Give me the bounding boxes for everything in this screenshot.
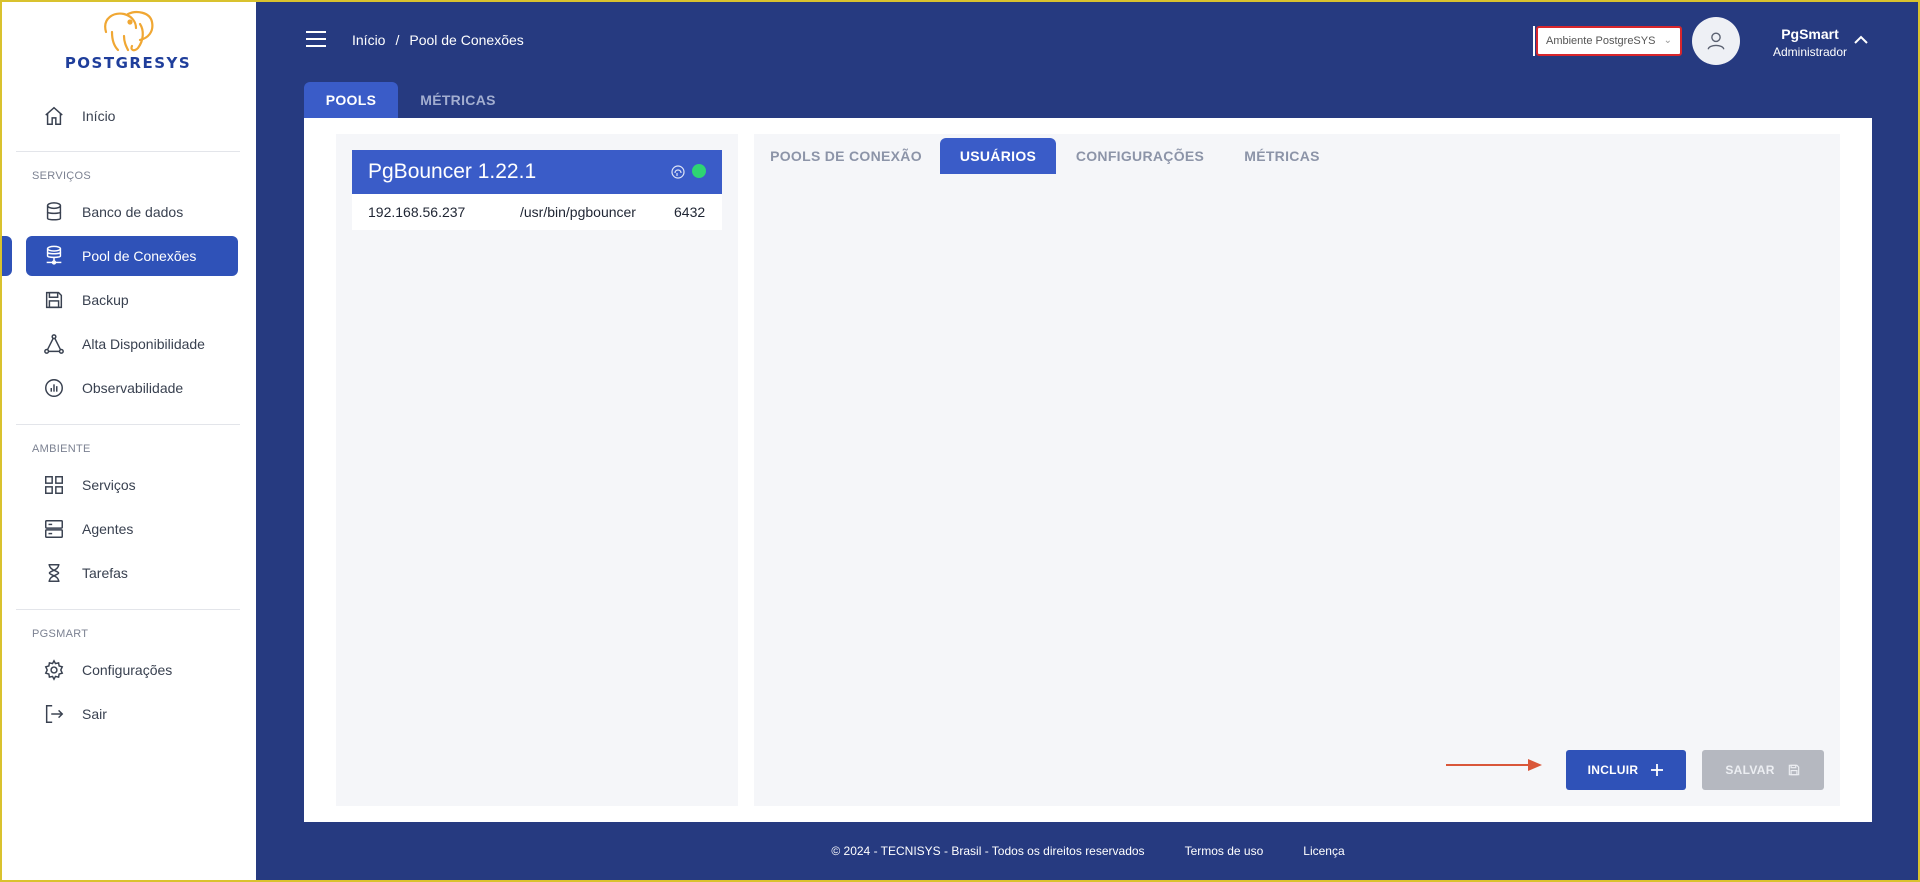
sidebar-item-backup[interactable]: Backup [26, 280, 238, 320]
active-indicator [0, 236, 12, 276]
subtab-connection-pools[interactable]: POOLS DE CONEXÃO [770, 138, 922, 174]
pool-path: /usr/bin/pgbouncer [520, 204, 636, 220]
pool-list-panel [336, 134, 738, 806]
database-icon [42, 200, 66, 224]
sidebar-item-agents[interactable]: Agentes [26, 509, 238, 549]
network-triangle-icon [42, 332, 66, 356]
pool-card-details[interactable]: 192.168.56.237 /usr/bin/pgbouncer 6432 [352, 194, 722, 230]
sidebar-item-home[interactable]: Início [26, 96, 238, 136]
sidebar-item-label: Pool de Conexões [82, 248, 197, 264]
breadcrumb-home[interactable]: Início [352, 32, 385, 48]
sidebar-item-tasks[interactable]: Tarefas [26, 553, 238, 593]
sidebar-item-label: Início [82, 108, 116, 124]
sidebar-item-settings[interactable]: Configurações [26, 650, 238, 690]
sidebar-divider [16, 151, 240, 152]
user-name: PgSmart [1781, 26, 1839, 42]
sidebar-section-services: SERVIÇOS [32, 170, 92, 182]
chart-circle-icon [42, 376, 66, 400]
avatar[interactable] [1692, 17, 1740, 65]
pool-port: 6432 [674, 204, 706, 220]
user-role: Administrador [1772, 45, 1848, 59]
save-button-label: SALVAR [1725, 763, 1775, 777]
pool-details-panel [754, 134, 1840, 806]
save-button[interactable]: SALVAR [1702, 750, 1824, 790]
sidebar-item-label: Serviços [82, 477, 136, 493]
footer-license-link[interactable]: Licença [1303, 844, 1344, 858]
sidebar-divider [16, 609, 240, 610]
logout-icon [42, 702, 66, 726]
elephant-small-icon [671, 165, 685, 179]
chevron-down-icon: ⌄ [1663, 35, 1672, 46]
pool-title: PgBouncer 1.22.1 [368, 160, 537, 183]
tab-pools[interactable]: POOLS [304, 82, 398, 118]
sidebar-item-connection-pool[interactable]: Pool de Conexões [26, 236, 238, 276]
sidebar-item-label: Backup [82, 292, 129, 308]
environment-select-value: Ambiente PostgreSYS [1546, 35, 1656, 47]
connection-pool-icon [42, 244, 66, 268]
footer: © 2024 - TECNISYS - Brasil - Todos os di… [256, 844, 1920, 858]
sidebar-item-label: Sair [82, 706, 107, 722]
sidebar-item-database[interactable]: Banco de dados [26, 192, 238, 232]
grid-icon [42, 473, 66, 497]
server-icon [42, 517, 66, 541]
pool-host: 192.168.56.237 [368, 204, 466, 220]
sidebar-item-logout[interactable]: Sair [26, 694, 238, 734]
save-icon [42, 288, 66, 312]
sidebar-item-label: Tarefas [82, 565, 128, 581]
include-button-label: INCLUIR [1587, 763, 1639, 777]
brand-name: POSTGRESYS [64, 54, 192, 72]
sidebar: POSTGRESYS Início SERVIÇOS Banco de dado… [0, 0, 256, 882]
status-online-indicator [692, 164, 706, 178]
sidebar-section-environment: AMBIENTE [32, 443, 91, 455]
plus-icon [1651, 764, 1664, 776]
sidebar-item-high-availability[interactable]: Alta Disponibilidade [26, 324, 238, 364]
sidebar-item-label: Banco de dados [82, 204, 184, 220]
sidebar-section-pgsmart: PGSMART [32, 628, 89, 640]
sidebar-divider [16, 424, 240, 425]
sidebar-item-observability[interactable]: Observabilidade [26, 368, 238, 408]
environment-select-accent [1533, 26, 1535, 56]
arrow-right-annotation-icon [1446, 759, 1542, 771]
sidebar-item-label: Observabilidade [82, 380, 184, 396]
footer-terms-link[interactable]: Termos de uso [1185, 844, 1264, 858]
sidebar-item-label: Agentes [82, 521, 134, 537]
save-icon [1788, 764, 1799, 776]
subtab-settings[interactable]: CONFIGURAÇÕES [1074, 138, 1206, 174]
breadcrumb-current: Pool de Conexões [409, 32, 524, 48]
chevron-up-icon[interactable] [1851, 30, 1871, 50]
elephant-logo-icon [104, 11, 154, 52]
gear-icon [42, 658, 66, 682]
include-button[interactable]: INCLUIR [1566, 750, 1686, 790]
sidebar-item-label: Configurações [82, 662, 173, 678]
footer-copyright: © 2024 - TECNISYS - Brasil - Todos os di… [831, 844, 1145, 858]
hourglass-icon [42, 561, 66, 585]
environment-select[interactable]: Ambiente PostgreSYS ⌄ [1536, 26, 1682, 56]
user-icon [1707, 32, 1725, 50]
breadcrumb-separator: / [395, 32, 400, 48]
breadcrumb: Início / Pool de Conexões [352, 32, 524, 48]
brand-logo: POSTGRESYS [40, 10, 216, 74]
pool-card-header[interactable]: PgBouncer 1.22.1 [352, 150, 722, 194]
sidebar-item-services[interactable]: Serviços [26, 465, 238, 505]
menu-toggle-icon[interactable] [306, 31, 326, 47]
subtab-metrics[interactable]: MÉTRICAS [1236, 138, 1328, 174]
tab-metrics[interactable]: MÉTRICAS [408, 82, 508, 118]
home-icon [42, 104, 66, 128]
sidebar-item-label: Alta Disponibilidade [82, 336, 205, 352]
subtab-users[interactable]: USUÁRIOS [940, 138, 1056, 174]
